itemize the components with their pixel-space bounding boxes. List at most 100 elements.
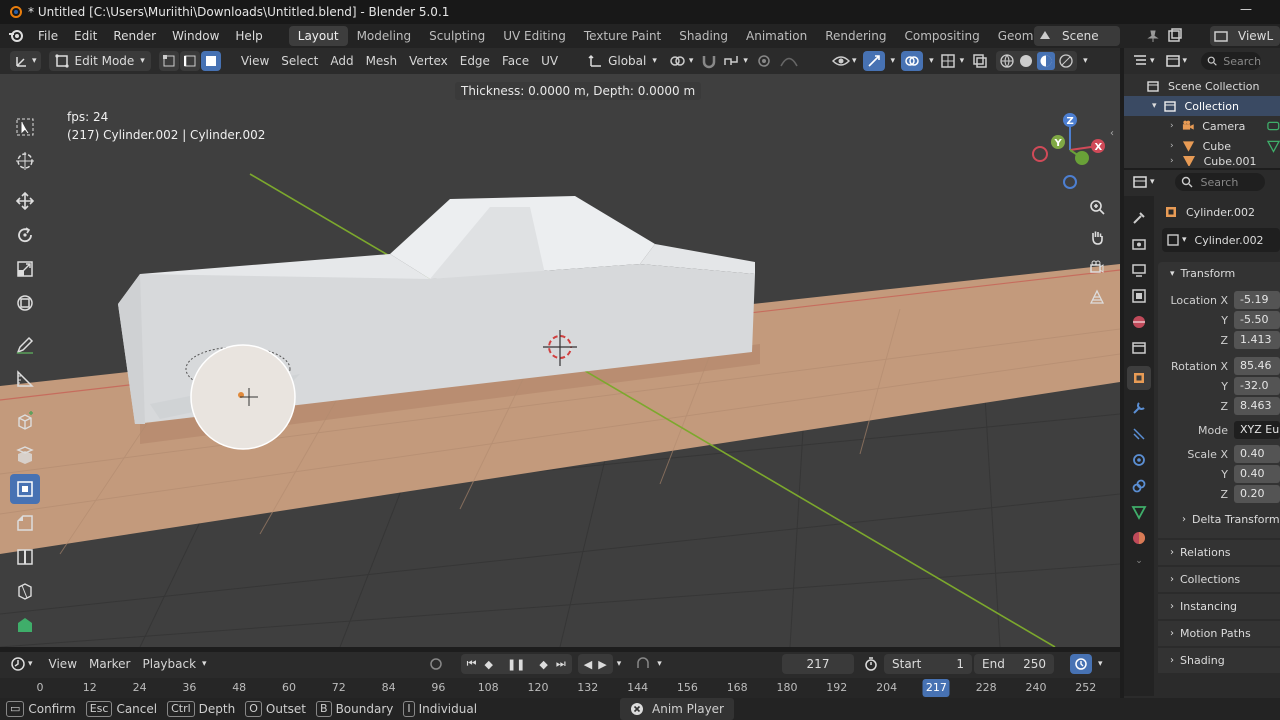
overlay-toggle-button[interactable] <box>901 51 924 71</box>
blender-menu-icon[interactable] <box>8 28 24 44</box>
tool-add-cube[interactable] <box>10 406 40 436</box>
output-tab-icon[interactable] <box>1131 262 1147 278</box>
tool-bevel[interactable] <box>10 508 40 538</box>
rotation-z-field[interactable]: 8.463 <box>1234 397 1280 415</box>
anim-player-indicator[interactable]: Anim Player <box>620 698 734 720</box>
timeline-editor-type[interactable]: ▾ <box>10 656 33 672</box>
menu-add[interactable]: Add <box>324 51 359 71</box>
auto-keying-icon[interactable] <box>635 656 651 672</box>
tool-rotate[interactable] <box>10 220 40 250</box>
scale-y-field[interactable]: 0.40 <box>1234 465 1280 483</box>
timeline-menu-view[interactable]: View <box>43 654 83 674</box>
tree-item-scene-collection[interactable]: Scene Collection <box>1124 76 1280 96</box>
navigation-gizmo[interactable]: Z X Y <box>1030 110 1110 190</box>
menu-vertex[interactable]: Vertex <box>403 51 454 71</box>
scene-tab-icon[interactable] <box>1131 314 1147 330</box>
xray-icon[interactable] <box>972 53 988 69</box>
scale-z-field[interactable]: 0.20 <box>1234 485 1280 503</box>
material-shading-button[interactable] <box>1037 52 1056 70</box>
constraints-tab-icon[interactable] <box>1131 478 1147 494</box>
jump-end-icon[interactable]: ⏭ <box>556 657 566 671</box>
modifier-tab-icon[interactable] <box>1131 400 1147 416</box>
pause-icon[interactable]: ❚❚ <box>507 658 525 671</box>
outliner-editor-icon[interactable] <box>1132 53 1148 69</box>
new-scene-icon[interactable] <box>1166 28 1182 44</box>
ortho-toggle-button[interactable] <box>1084 284 1110 310</box>
menu-edge[interactable]: Edge <box>454 51 496 71</box>
rotation-mode-select[interactable]: XYZ Eu <box>1234 421 1280 439</box>
tree-item-cube[interactable]: › Cube <box>1124 136 1280 156</box>
display-mode-icon[interactable] <box>1165 53 1181 69</box>
rotation-y-field[interactable]: -32.0 <box>1234 377 1280 395</box>
chevron-right-icon[interactable]: › <box>1170 156 1174 166</box>
record-icon[interactable] <box>429 657 443 671</box>
tool-tab-icon[interactable] <box>1131 210 1147 226</box>
zoom-button[interactable] <box>1084 194 1110 220</box>
rotation-x-field[interactable]: 85.46 <box>1234 357 1280 375</box>
tab-uv-editing[interactable]: UV Editing <box>494 26 575 46</box>
sync-mode-button[interactable] <box>1070 654 1092 674</box>
face-select-button[interactable] <box>200 51 221 71</box>
particles-tab-icon[interactable] <box>1131 426 1147 442</box>
current-frame-field[interactable]: 217 <box>782 654 854 674</box>
camera-view-button[interactable] <box>1084 254 1110 280</box>
data-tab-icon[interactable] <box>1131 504 1147 520</box>
menu-file[interactable]: File <box>30 24 66 48</box>
editor-type-selector[interactable]: ▾ <box>10 51 41 71</box>
menu-mesh[interactable]: Mesh <box>360 51 404 71</box>
pin-icon[interactable] <box>1146 29 1160 43</box>
location-y-field[interactable]: -5.50 <box>1234 311 1280 329</box>
menu-edit[interactable]: Edit <box>66 24 105 48</box>
frame-ruler[interactable]: 0 12 24 36 48 60 72 84 96 108 120 132 144 156 168 180 19… <box>0 678 1120 698</box>
prev-frame-icon[interactable]: ◀ <box>584 658 592 671</box>
tool-inset[interactable] <box>10 474 40 504</box>
menu-face[interactable]: Face <box>496 51 535 71</box>
tool-move[interactable] <box>10 186 40 216</box>
tab-compositing[interactable]: Compositing <box>895 26 988 46</box>
object-tab-button[interactable] <box>1127 366 1151 390</box>
physics-tab-icon[interactable] <box>1131 452 1147 468</box>
solid-shading-icon[interactable] <box>1018 53 1034 69</box>
minimize-button[interactable]: — <box>1240 2 1252 16</box>
tab-layout[interactable]: Layout <box>288 26 348 46</box>
view-layer-selector[interactable]: ViewL <box>1210 26 1280 46</box>
prev-keyframe-icon[interactable]: ◆ <box>484 658 492 671</box>
tool-cursor[interactable] <box>10 146 40 176</box>
properties-search[interactable]: Search <box>1174 173 1265 191</box>
menu-select[interactable]: Select <box>275 51 324 71</box>
gizmo-toggle-button[interactable] <box>862 51 885 71</box>
location-z-field[interactable]: 1.413 <box>1234 331 1280 349</box>
next-keyframe-icon[interactable]: ◆ <box>539 658 547 671</box>
edge-select-button[interactable] <box>179 51 200 71</box>
tab-modeling[interactable]: Modeling <box>348 26 421 46</box>
tab-texture-paint[interactable]: Texture Paint <box>575 26 670 46</box>
tab-animation[interactable]: Animation <box>737 26 816 46</box>
tool-scale[interactable] <box>10 254 40 284</box>
collections-panel-header[interactable]: › Collections <box>1158 567 1280 592</box>
next-frame-icon[interactable]: ▶ <box>598 658 606 671</box>
timeline-menu-playback[interactable]: Playback <box>137 654 203 674</box>
tool-transform[interactable] <box>10 288 40 318</box>
vertex-select-button[interactable] <box>158 51 179 71</box>
location-x-field[interactable]: -5.19 <box>1234 291 1280 309</box>
rendered-shading-icon[interactable] <box>1058 53 1074 69</box>
chevron-right-icon[interactable]: › <box>1170 121 1174 131</box>
world-tab-icon[interactable] <box>1131 340 1147 356</box>
chevron-down-icon[interactable]: ⌄ <box>1135 556 1143 566</box>
chevron-down-icon[interactable]: ▾ <box>1152 101 1157 111</box>
chevron-right-icon[interactable]: › <box>1170 141 1174 151</box>
sidebar-toggle-icon[interactable]: ‹ <box>1110 128 1114 139</box>
tree-item-cube-001[interactable]: › Cube.001 <box>1124 156 1280 166</box>
object-datablock-field[interactable]: ▾ Cylinder.002 <box>1162 228 1280 252</box>
end-frame-field[interactable]: End 250 <box>974 654 1054 674</box>
orientation-selector[interactable]: Global ▾ <box>584 51 661 71</box>
render-tab-icon[interactable] <box>1131 236 1147 252</box>
tab-sculpting[interactable]: Sculpting <box>420 26 494 46</box>
shading-panel-header[interactable]: › Shading <box>1158 648 1280 673</box>
menu-help[interactable]: Help <box>227 24 270 48</box>
eye-icon[interactable] <box>832 53 850 69</box>
pivot-point-icon[interactable] <box>669 53 685 69</box>
stopwatch-icon[interactable] <box>864 657 878 671</box>
jump-start-icon[interactable]: ⏮ <box>467 657 477 671</box>
tool-poly-build[interactable] <box>10 610 40 640</box>
